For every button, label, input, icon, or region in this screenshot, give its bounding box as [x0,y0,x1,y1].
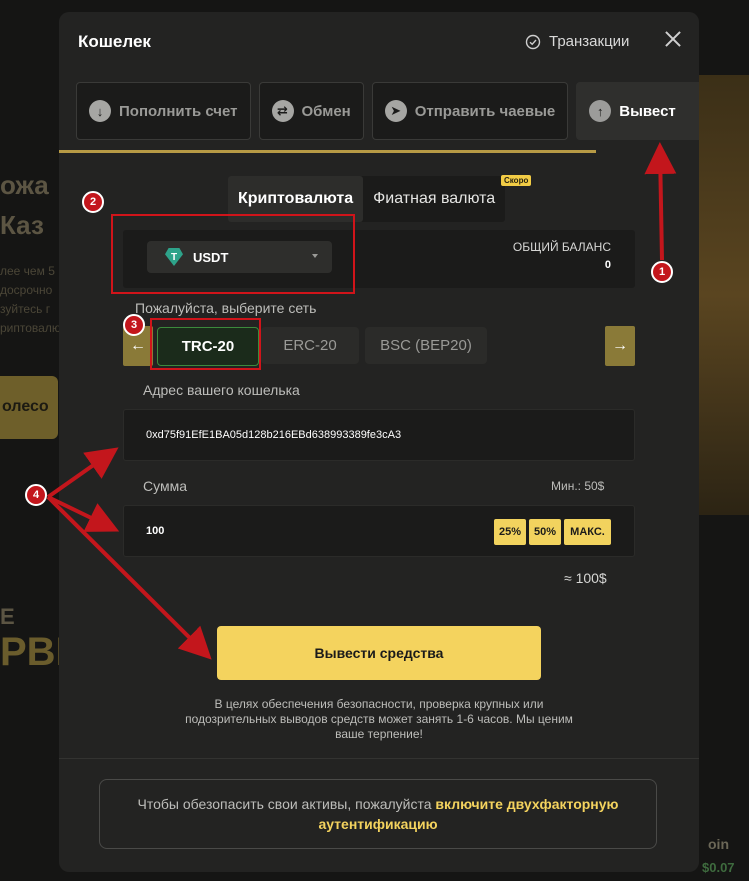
withdraw-button[interactable]: Вывести средства [217,626,541,680]
twofa-banner: Чтобы обезопасить свои активы, пожалуйст… [99,779,657,849]
arrow-left-icon: ← [130,337,146,354]
tab-deposit[interactable]: ↓ Пополнить счет [76,82,251,140]
bg-heading-3: E [0,604,15,629]
amount-min: Мин.: 50$ [551,479,605,493]
bg-text: риптовалю [0,321,61,335]
toggle-fiat[interactable]: Фиатная валюта [363,176,505,222]
annotation-badge-1: 1 [651,261,673,283]
close-icon[interactable] [662,28,684,50]
bg-heading-4: РВІ [0,630,67,674]
total-balance-value: 0 [604,259,611,271]
tab-label: Отправить чаевые [414,102,556,120]
bg-heading-2: Каз [0,210,44,240]
bg-wheel-button: олесо [0,376,58,439]
annotation-badge-2: 2 [82,191,104,213]
bg-heading-1: ожа [0,170,49,200]
soon-badge: Скоро [501,175,532,186]
annotation-box-3 [150,318,261,370]
network-bsc[interactable]: BSC (BEP20) [365,327,487,364]
tab-label: Обмен [301,102,351,120]
bg-banner [697,75,749,515]
max-button[interactable]: МАКС. [564,519,611,545]
wallet-address-value: 0xd75f91EfE1BA05d128b216EBd638993389fe3c… [146,429,402,441]
twofa-text: Чтобы обезопасить свои активы, пожалуйст… [137,796,436,812]
annotation-box-2 [111,214,355,294]
wallet-modal: Кошелек Транзакции ↓ Пополнить счет ⇄ Об… [59,12,699,872]
annotation-badge-3: 3 [123,314,145,336]
network-label: Пожалуйста, выберите сеть [135,300,317,316]
arrow-right-icon: → [612,337,628,354]
check-circle-icon [525,34,541,49]
tab-withdraw[interactable]: ↑ Вывест [576,82,699,140]
total-balance-label: ОБЩИЙ БАЛАНС [512,240,611,254]
next-network-button[interactable]: → [605,326,635,366]
swap-icon: ⇄ [271,100,294,122]
amount-value: 100 [146,525,165,537]
arrow-up-icon: ↑ [589,100,612,122]
approx-amount: ≈ 100$ [564,570,607,586]
tab-exchange[interactable]: ⇄ Обмен [258,82,364,140]
bg-text: зуйтесь г [0,302,51,316]
tab-label: Вывест [619,102,676,120]
bg-coin-name: oin [708,836,729,852]
percent-50-button[interactable]: 50% [529,519,561,545]
bg-text: лее чем 5 [0,264,55,278]
transactions-label: Транзакции [549,33,630,50]
divider [59,758,699,759]
network-erc20[interactable]: ERC-20 [261,327,359,364]
modal-title: Кошелек [78,32,151,51]
tab-underline [59,150,596,153]
tab-label: Пополнить счет [119,102,238,120]
transactions-link[interactable]: Транзакции [525,33,629,50]
percent-25-button[interactable]: 25% [494,519,526,545]
amount-input[interactable]: 100 25% 50% МАКС. [123,505,635,557]
wallet-address-label: Адрес вашего кошелька [143,382,300,398]
send-icon: ➤ [384,100,407,122]
arrow-down-icon: ↓ [89,100,111,122]
security-note: В целях обеспечения безопасности, провер… [185,697,573,741]
annotation-badge-4: 4 [25,484,47,506]
wallet-tabs: ↓ Пополнить счет ⇄ Обмен ➤ Отправить чае… [76,82,699,142]
modal-header: Кошелек Транзакции [59,12,699,76]
amount-label: Сумма [143,478,187,494]
tab-tip[interactable]: ➤ Отправить чаевые [371,82,569,140]
wallet-address-input[interactable]: 0xd75f91EfE1BA05d128b216EBd638993389fe3c… [123,409,635,461]
bg-text: досрочно [0,283,53,297]
bg-coin-value: $0.07 [702,860,735,875]
